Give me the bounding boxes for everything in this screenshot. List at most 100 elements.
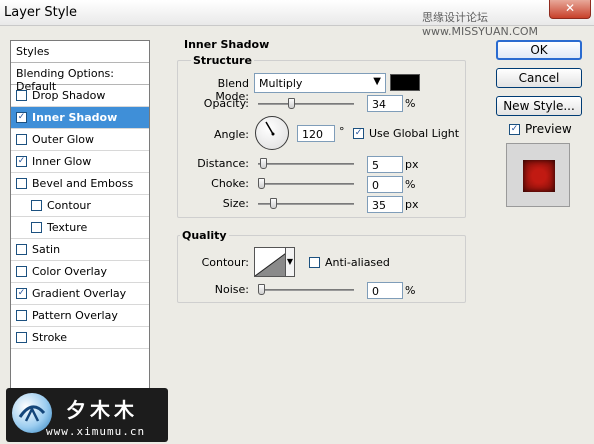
styles-list-panel: Styles Blending Options: Default Drop Sh…: [10, 40, 150, 400]
angle-input[interactable]: 120: [297, 125, 335, 142]
style-item-checkbox[interactable]: [31, 200, 42, 211]
style-item-inner-shadow[interactable]: ✓ Inner Shadow: [11, 107, 149, 129]
style-item-label: Inner Glow: [32, 155, 92, 168]
size-input[interactable]: 35: [367, 196, 403, 213]
opacity-unit: %: [405, 97, 416, 110]
choke-slider[interactable]: [258, 178, 354, 189]
style-preview: [506, 143, 570, 207]
size-slider[interactable]: [258, 198, 354, 209]
style-item-label: Texture: [47, 221, 88, 234]
style-item-checkbox[interactable]: [16, 310, 27, 321]
choke-input[interactable]: 0: [367, 176, 403, 193]
style-item-label: Gradient Overlay: [32, 287, 127, 300]
style-item-outer-glow[interactable]: Outer Glow: [11, 129, 149, 151]
style-item-bevel-and-emboss[interactable]: Bevel and Emboss: [11, 173, 149, 195]
style-item-gradient-overlay[interactable]: ✓ Gradient Overlay: [11, 283, 149, 305]
noise-slider[interactable]: [258, 284, 354, 295]
window-title: Layer Style: [4, 5, 78, 20]
ok-button[interactable]: OK: [496, 40, 582, 60]
style-item-label: Color Overlay: [32, 265, 107, 278]
blend-mode-value: Multiply: [259, 77, 303, 90]
style-item-label: Inner Shadow: [32, 111, 118, 124]
preview-label: Preview: [525, 122, 572, 136]
close-icon: ✕: [564, 1, 576, 15]
style-item-label: Outer Glow: [32, 133, 95, 146]
style-item-checkbox[interactable]: [31, 222, 42, 233]
style-item-checkbox[interactable]: [16, 90, 27, 101]
cancel-button[interactable]: Cancel: [496, 68, 582, 88]
style-item-inner-glow[interactable]: ✓ Inner Glow: [11, 151, 149, 173]
style-item-label: Drop Shadow: [32, 89, 106, 102]
style-item-checkbox[interactable]: [16, 332, 27, 343]
style-item-texture[interactable]: Texture: [11, 217, 149, 239]
contour-label: Contour:: [201, 256, 249, 269]
size-label: Size:: [222, 197, 249, 210]
chevron-down-icon: ▼: [286, 257, 294, 266]
style-item-label: Stroke: [32, 331, 68, 344]
style-item-checkbox[interactable]: [16, 134, 27, 145]
blend-color-swatch[interactable]: [390, 74, 420, 91]
size-unit: px: [405, 198, 419, 211]
style-item-checkbox[interactable]: ✓: [16, 288, 27, 299]
size-slider-thumb[interactable]: [270, 198, 278, 209]
choke-slider-thumb[interactable]: [258, 178, 265, 189]
new-style-button[interactable]: New Style...: [496, 96, 582, 116]
logo-chinese-text: 夕木木: [66, 398, 138, 422]
noise-input[interactable]: 0: [367, 282, 403, 299]
preview-swatch: [523, 160, 555, 192]
anti-aliased-check[interactable]: [309, 257, 320, 268]
style-item-label: Contour: [47, 199, 91, 212]
angle-dial-needle: [265, 121, 275, 136]
angle-unit: °: [339, 125, 345, 138]
contour-dropdown[interactable]: ▼: [285, 247, 295, 277]
use-global-light-label: Use Global Light: [369, 127, 460, 140]
style-items-list: Drop Shadow ✓ Inner Shadow Outer Glow ✓ Inner…: [11, 85, 149, 349]
style-item-color-overlay[interactable]: Color Overlay: [11, 261, 149, 283]
style-item-contour[interactable]: Contour: [11, 195, 149, 217]
use-global-light-checkbox[interactable]: ✓ Use Global Light: [353, 127, 459, 140]
noise-slider-thumb[interactable]: [258, 284, 265, 295]
opacity-slider[interactable]: [258, 98, 354, 109]
angle-dial[interactable]: [255, 116, 289, 150]
angle-label: Angle:: [213, 128, 249, 141]
style-item-checkbox[interactable]: [16, 244, 27, 255]
style-item-checkbox[interactable]: [16, 266, 27, 277]
choke-label: Choke:: [211, 177, 249, 190]
structure-title: Structure: [191, 54, 254, 67]
preview-checkbox[interactable]: ✓ Preview: [509, 122, 572, 136]
distance-slider[interactable]: [258, 158, 354, 169]
style-item-checkbox[interactable]: [16, 178, 27, 189]
style-item-checkbox[interactable]: ✓: [16, 112, 27, 123]
distance-label: Distance:: [197, 157, 249, 170]
distance-input[interactable]: 5: [367, 156, 403, 173]
opacity-slider-thumb[interactable]: [288, 98, 296, 109]
blending-options-item[interactable]: Blending Options: Default: [11, 63, 149, 93]
preview-check[interactable]: ✓: [509, 123, 520, 135]
chevron-down-icon: ▼: [373, 76, 381, 87]
style-item-label: Pattern Overlay: [32, 309, 118, 322]
distance-slider-thumb[interactable]: [259, 158, 267, 169]
distance-unit: px: [405, 158, 419, 171]
use-global-light-check[interactable]: ✓: [353, 128, 364, 139]
quality-title: Quality: [180, 229, 229, 242]
style-item-checkbox[interactable]: ✓: [16, 156, 27, 167]
styles-header[interactable]: Styles: [11, 41, 149, 63]
style-item-satin[interactable]: Satin: [11, 239, 149, 261]
style-item-label: Satin: [32, 243, 61, 256]
anti-aliased-checkbox[interactable]: Anti-aliased: [309, 256, 390, 269]
opacity-label: Opacity:: [203, 97, 249, 110]
style-item-stroke[interactable]: Stroke: [11, 327, 149, 349]
anti-aliased-label: Anti-aliased: [325, 256, 390, 269]
style-item-label: Bevel and Emboss: [32, 177, 134, 190]
style-item-pattern-overlay[interactable]: Pattern Overlay: [11, 305, 149, 327]
blend-mode-select[interactable]: Multiply ▼: [254, 73, 386, 93]
title-bar: Layer Style 思缘设计论坛 www.MISSYUAN.COM ✕: [0, 0, 594, 38]
style-item-drop-shadow[interactable]: Drop Shadow: [11, 85, 149, 107]
noise-label: Noise:: [214, 283, 249, 296]
site-logo: 夕木木 www.ximumu.cn: [6, 388, 168, 442]
noise-unit: %: [405, 284, 416, 297]
logo-url-text: www.ximumu.cn: [46, 425, 146, 438]
opacity-input[interactable]: 34: [367, 95, 403, 112]
choke-unit: %: [405, 178, 416, 191]
close-button[interactable]: ✕: [549, 0, 591, 19]
